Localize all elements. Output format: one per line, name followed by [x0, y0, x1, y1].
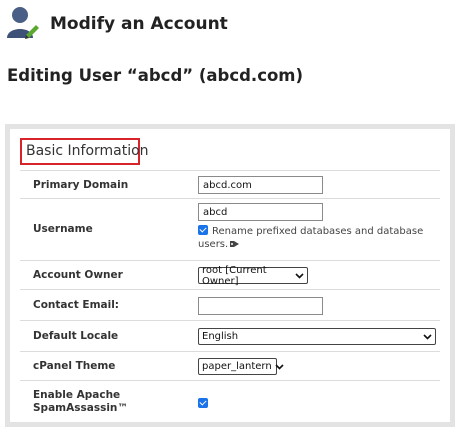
username-input[interactable]: abcd: [198, 203, 323, 221]
username-group: abcd Rename prefixed databases and datab…: [198, 203, 438, 257]
page-header: Modify an Account: [6, 4, 228, 44]
chevron-down-icon: [423, 332, 432, 341]
rename-option: Rename prefixed databases and database u…: [198, 225, 428, 251]
username-label: Username: [33, 223, 93, 235]
row-primary-domain: Primary Domain abcd.com: [20, 170, 440, 198]
row-username: Username abcd Rename prefixed databases …: [20, 198, 440, 260]
contact-email-label: Contact Email:: [33, 299, 119, 311]
cpanel-theme-label: cPanel Theme: [33, 360, 116, 372]
contact-email-input[interactable]: [198, 297, 323, 315]
account-owner-label: Account Owner: [33, 269, 123, 281]
row-default-locale: Default Locale English: [20, 320, 440, 351]
panel-body: Basic Information Primary Domain abcd.co…: [10, 129, 450, 422]
rename-checkbox[interactable]: [198, 225, 208, 235]
default-locale-label: Default Locale: [33, 330, 119, 342]
default-locale-value: English: [202, 331, 239, 342]
chevron-down-icon: [275, 362, 284, 371]
default-locale-select[interactable]: English: [198, 328, 436, 345]
row-spamassassin: Enable Apache SpamAssassin™: [20, 380, 440, 422]
row-cpanel-theme: cPanel Theme paper_lantern: [20, 351, 440, 380]
tag-icon: [230, 239, 240, 247]
cpanel-theme-select[interactable]: paper_lantern: [198, 358, 284, 375]
account-owner-select[interactable]: root [Current Owner]: [198, 264, 308, 287]
user-edit-icon: [6, 5, 40, 43]
cpanel-theme-value: paper_lantern: [202, 361, 272, 372]
spamassassin-checkbox[interactable]: [198, 398, 208, 408]
editing-user-heading: Editing User “abcd” (abcd.com): [7, 66, 304, 85]
row-contact-email: Contact Email:: [20, 289, 440, 320]
account-owner-value: root [Current Owner]: [202, 264, 267, 287]
chevron-down-icon: [295, 271, 304, 280]
primary-domain-input[interactable]: abcd.com: [198, 176, 323, 194]
basic-information-panel: Basic Information Primary Domain abcd.co…: [5, 124, 455, 427]
page-title: Modify an Account: [50, 14, 228, 34]
spamassassin-label: Enable Apache SpamAssassin™: [33, 389, 128, 414]
row-account-owner: Account Owner root [Current Owner]: [20, 260, 440, 289]
section-title: Basic Information: [20, 138, 149, 165]
primary-domain-label: Primary Domain: [33, 179, 129, 191]
